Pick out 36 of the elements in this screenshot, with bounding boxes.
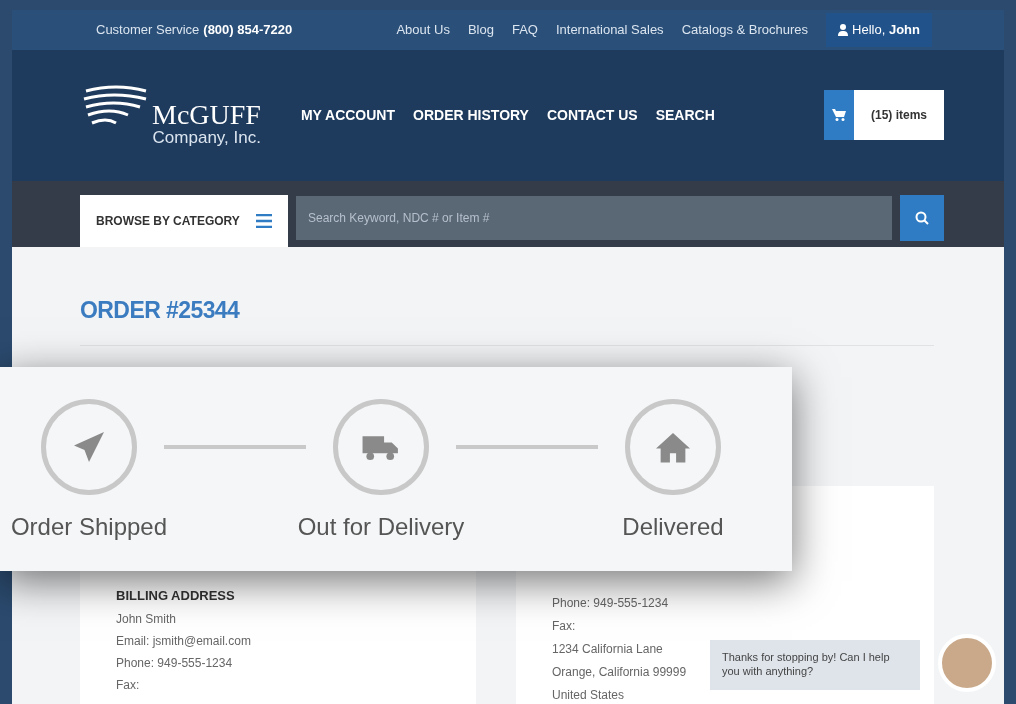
shipping-line: United States bbox=[552, 687, 625, 704]
top-link[interactable]: About Us bbox=[396, 20, 450, 40]
billing-line: Phone: 949-555-1234 bbox=[116, 654, 234, 672]
logo[interactable]: McGUFF Company, Inc. bbox=[82, 84, 261, 146]
shipping-line: Fax: bbox=[552, 618, 576, 635]
nav-link[interactable]: MY ACCOUNT bbox=[300, 104, 396, 126]
top-link[interactable]: Catalogs & Brochures bbox=[681, 20, 809, 40]
billing-heading: BILLING ADDRESS bbox=[116, 587, 236, 605]
phone-number: (800) 854-7220 bbox=[203, 21, 293, 40]
order-title: ORDER #25344 bbox=[80, 295, 241, 325]
step-label: Out for Delivery bbox=[297, 512, 465, 542]
step-label: Order Shipped bbox=[10, 512, 168, 542]
shipping-line: Orange, California 99999 bbox=[552, 664, 687, 681]
top-link[interactable]: International Sales bbox=[555, 20, 664, 40]
search-icon bbox=[915, 210, 929, 225]
billing-line: Email: jsmith@email.com bbox=[116, 632, 252, 650]
browse-category-button[interactable]: BROWSE BY CATEGORY bbox=[80, 194, 288, 247]
top-link[interactable]: Blog bbox=[467, 20, 494, 40]
nav-link[interactable]: CONTACT US bbox=[546, 104, 638, 126]
cart-button[interactable]: (15) items bbox=[824, 90, 944, 141]
nav-link[interactable]: SEARCH bbox=[655, 104, 715, 126]
shipping-line: 1234 California Lane bbox=[552, 641, 663, 658]
billing-line: John Smith bbox=[116, 610, 178, 628]
billing-line: Fax: bbox=[116, 676, 141, 694]
step-label: Delivered bbox=[622, 512, 724, 542]
search-field[interactable]: Search Keyword, NDC # or Item # bbox=[296, 195, 892, 240]
nav-link[interactable]: ORDER HISTORY bbox=[413, 104, 529, 126]
chat-bubble: Thanks for stopping by! Can I help you with anything? bbox=[710, 640, 920, 690]
customer-service-label: Customer Service bbox=[96, 21, 200, 40]
account-button[interactable]: Hello, John bbox=[826, 12, 932, 47]
search-button[interactable] bbox=[900, 194, 944, 241]
menu-icon bbox=[256, 213, 272, 228]
user-icon bbox=[838, 23, 849, 36]
shipping-line: Phone: 949-555-1234 bbox=[552, 595, 669, 612]
cart-icon bbox=[832, 109, 846, 122]
top-link[interactable]: FAQ bbox=[511, 20, 538, 40]
